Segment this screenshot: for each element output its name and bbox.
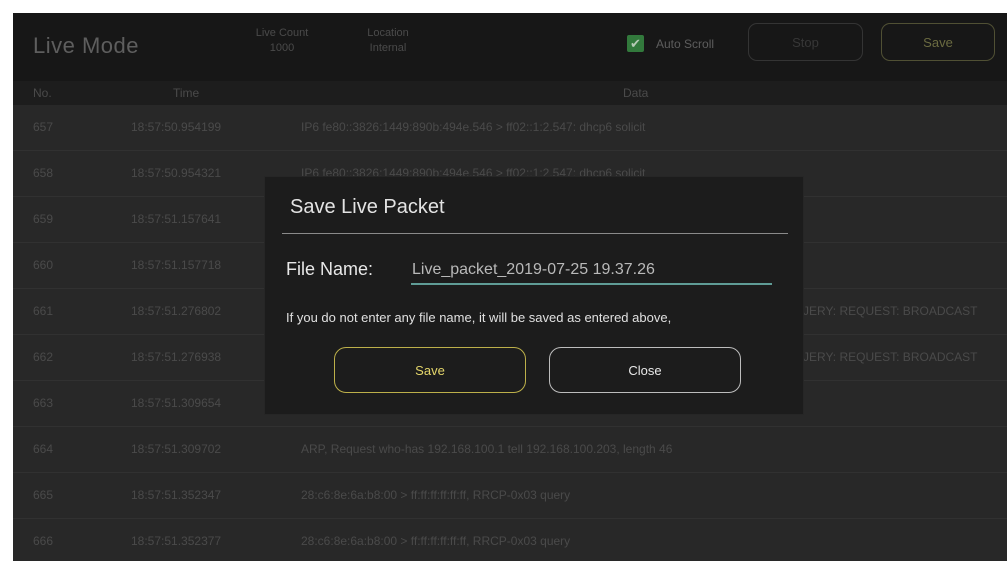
file-name-hint: If you do not enter any file name, it wi… [286,310,672,325]
dialog-title: Save Live Packet [290,196,445,218]
dialog-close-button[interactable]: Close [549,347,741,393]
file-name-label: File Name: [286,259,374,279]
live-mode-screen: Live Mode Live Count 1000 Location Inter… [13,13,1007,561]
file-name-input[interactable] [411,257,772,285]
dialog-divider [282,233,788,234]
dialog-save-button[interactable]: Save [334,347,526,393]
save-live-packet-dialog: Save Live Packet File Name: If you do no… [264,176,804,415]
